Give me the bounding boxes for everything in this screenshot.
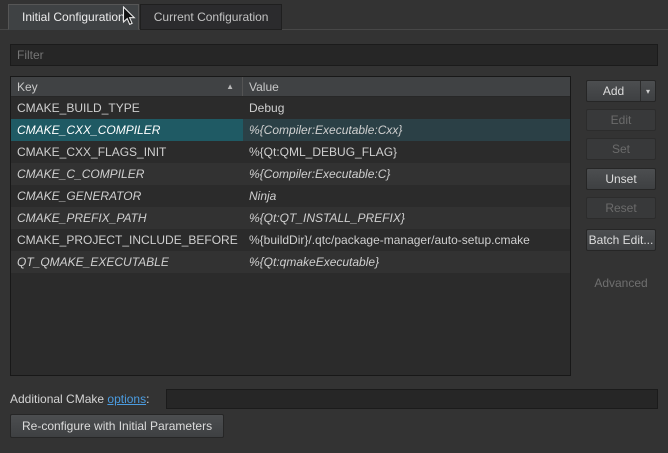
column-header-value-label: Value [249,80,279,94]
key-cell[interactable]: CMAKE_C_COMPILER [11,163,243,185]
column-header-key-label: Key [17,80,38,94]
set-button[interactable]: Set [586,138,656,160]
configuration-table: Key ▲ Value CMAKE_BUILD_TYPE Debug CMAKE… [10,76,571,376]
row-cmake-prefix-path[interactable]: CMAKE_PREFIX_PATH %{Qt:QT_INSTALL_PREFIX… [11,207,570,229]
value-cell[interactable]: %{Compiler:Executable:Cxx} [243,119,570,141]
key-cell[interactable]: CMAKE_PREFIX_PATH [11,207,243,229]
options-link[interactable]: options [107,392,146,406]
value-cell[interactable]: %{buildDir}/.qtc/package-manager/auto-se… [243,229,570,251]
additional-options-label: Additional CMake options: [10,392,149,406]
key-cell[interactable]: CMAKE_CXX_FLAGS_INIT [11,141,243,163]
add-button[interactable]: Add ▾ [586,80,656,102]
row-cmake-c-compiler[interactable]: CMAKE_C_COMPILER %{Compiler:Executable:C… [11,163,570,185]
batch-edit-button[interactable]: Batch Edit... [586,229,656,251]
value-cell[interactable]: %{Qt:qmakeExecutable} [243,251,570,273]
tab-label: Current Configuration [154,10,269,24]
tab-initial-configuration[interactable]: Initial Configuration [8,4,139,30]
reconfigure-button[interactable]: Re-configure with Initial Parameters [10,414,224,438]
column-header-value[interactable]: Value [243,77,570,96]
sort-ascending-icon: ▲ [226,82,236,91]
edit-button[interactable]: Edit [586,109,656,131]
additional-cmake-options-input[interactable] [166,389,658,409]
value-cell[interactable]: %{Qt:QML_DEBUG_FLAG} [243,141,570,163]
value-cell[interactable]: Ninja [243,185,570,207]
column-header-key[interactable]: Key ▲ [11,77,243,96]
tab-bar: Initial Configuration Current Configurat… [8,4,282,30]
key-cell[interactable]: CMAKE_CXX_COMPILER [11,119,243,141]
tab-current-configuration[interactable]: Current Configuration [140,4,283,30]
add-button-label: Add [587,84,640,98]
reset-button[interactable]: Reset [586,197,656,219]
options-label-suffix: : [146,392,149,406]
row-cmake-cxx-flags-init[interactable]: CMAKE_CXX_FLAGS_INIT %{Qt:QML_DEBUG_FLAG… [11,141,570,163]
filter-input[interactable] [10,44,658,66]
value-cell[interactable]: Debug [243,97,570,119]
row-qt-qmake-executable[interactable]: QT_QMAKE_EXECUTABLE %{Qt:qmakeExecutable… [11,251,570,273]
table-header: Key ▲ Value [11,77,570,97]
key-cell[interactable]: QT_QMAKE_EXECUTABLE [11,251,243,273]
tab-label: Initial Configuration [22,10,125,24]
table-body: CMAKE_BUILD_TYPE Debug CMAKE_CXX_COMPILE… [11,97,570,273]
key-cell[interactable]: CMAKE_BUILD_TYPE [11,97,243,119]
action-button-column: Add ▾ Edit Set Unset Reset Batch Edit...… [586,0,656,453]
key-cell[interactable]: CMAKE_PROJECT_INCLUDE_BEFORE [11,229,243,251]
options-label-prefix: Additional CMake [10,392,107,406]
unset-button[interactable]: Unset [586,168,656,190]
row-cmake-cxx-compiler[interactable]: CMAKE_CXX_COMPILER %{Compiler:Executable… [11,119,570,141]
additional-options-row: Additional CMake options: [10,388,658,410]
value-cell[interactable]: %{Compiler:Executable:C} [243,163,570,185]
dropdown-arrow-icon: ▾ [640,81,655,101]
row-cmake-generator[interactable]: CMAKE_GENERATOR Ninja [11,185,570,207]
cmake-configuration-panel: Initial Configuration Current Configurat… [0,0,668,453]
mouse-cursor [122,6,137,27]
row-cmake-project-include-before[interactable]: CMAKE_PROJECT_INCLUDE_BEFORE %{buildDir}… [11,229,570,251]
value-cell[interactable]: %{Qt:QT_INSTALL_PREFIX} [243,207,570,229]
advanced-checkbox[interactable]: Advanced [586,276,656,290]
key-cell[interactable]: CMAKE_GENERATOR [11,185,243,207]
row-cmake-build-type[interactable]: CMAKE_BUILD_TYPE Debug [11,97,570,119]
